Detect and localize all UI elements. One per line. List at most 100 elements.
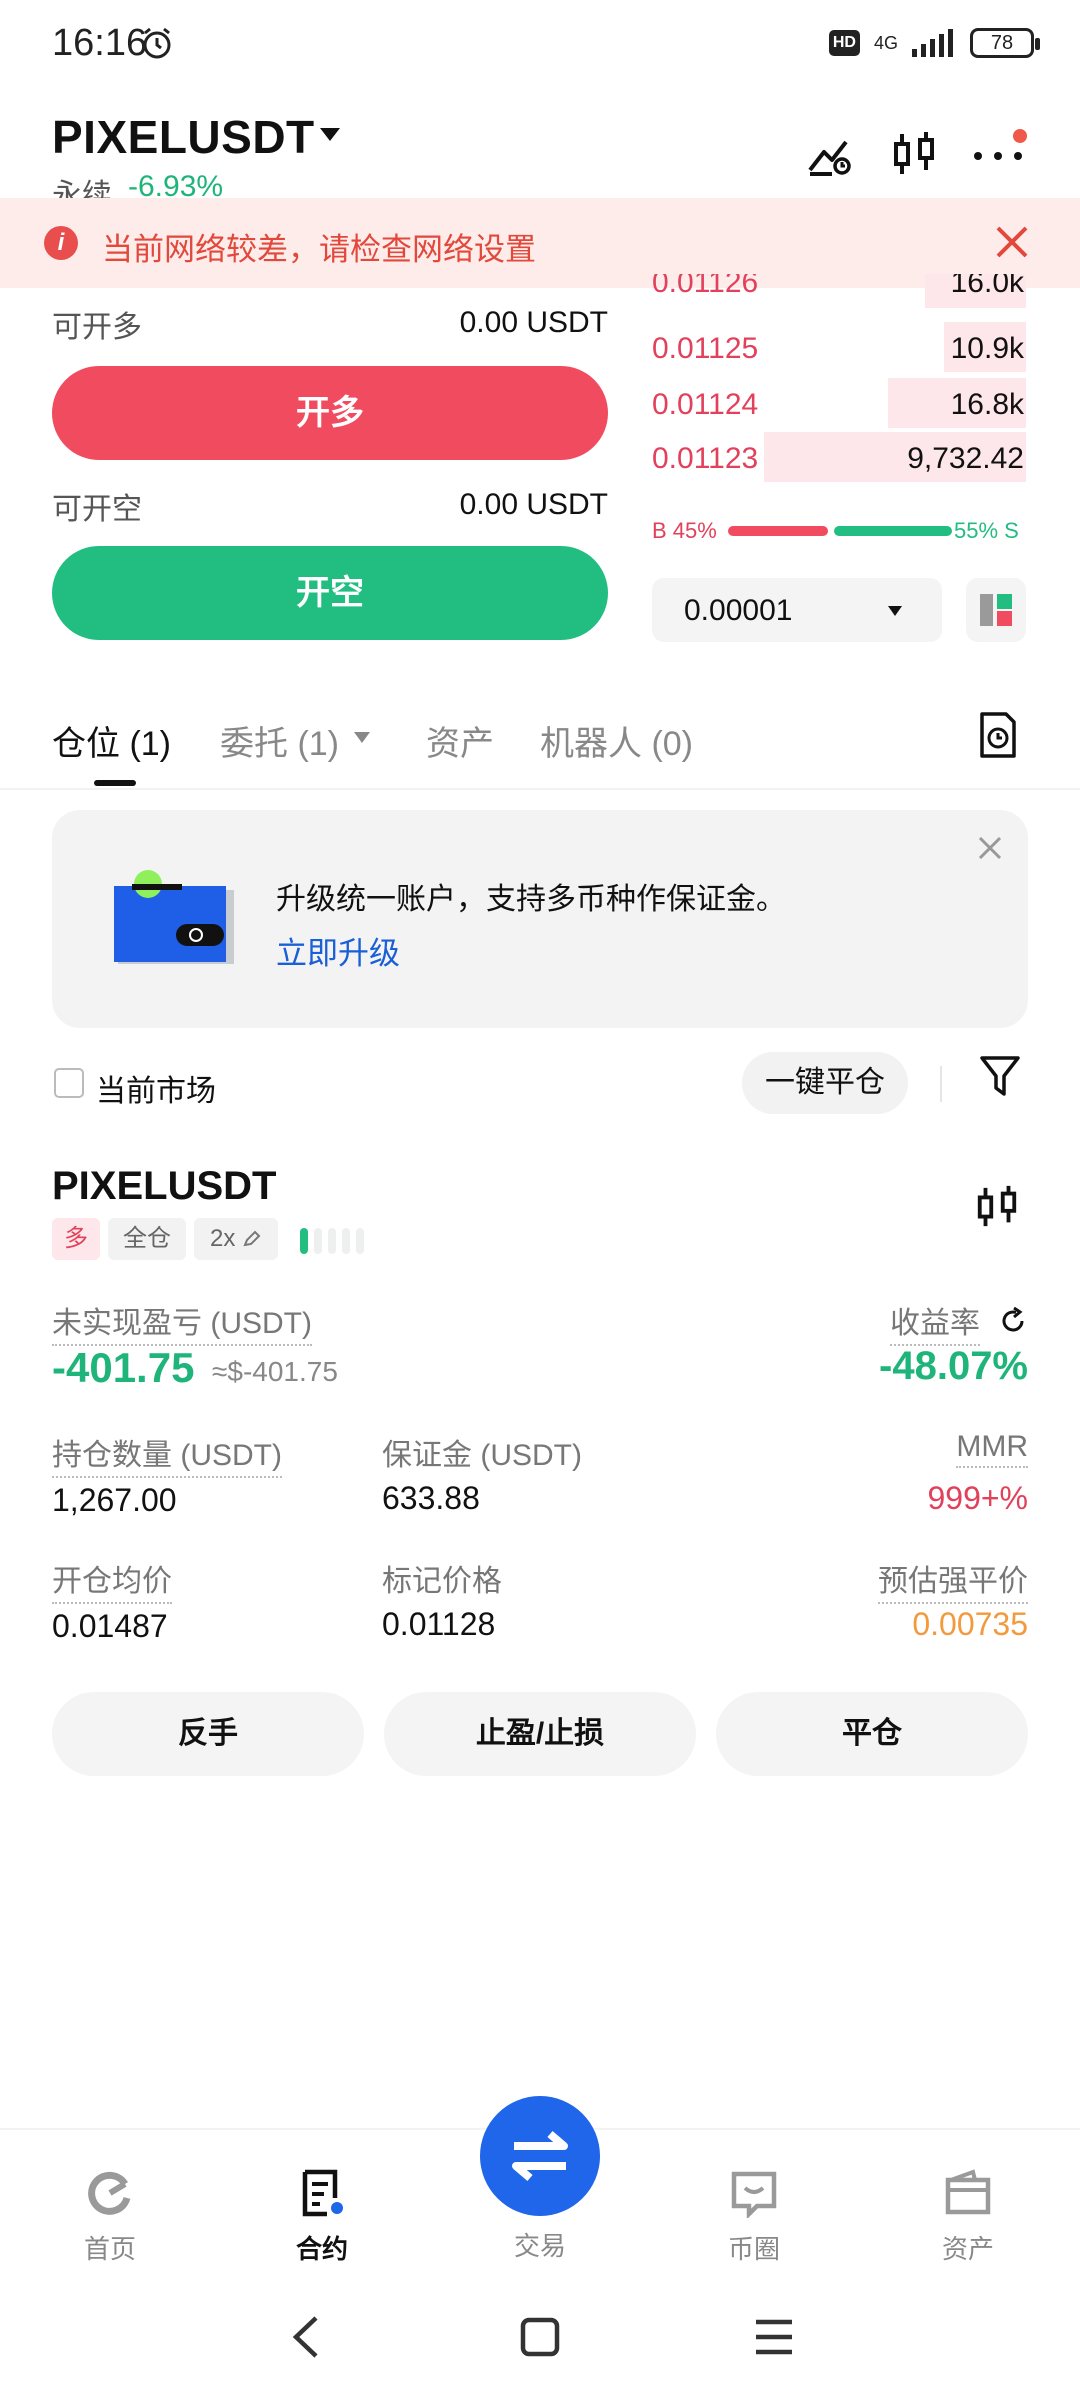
tab-orders[interactable]: 委托 (1)	[220, 716, 339, 765]
home-icon	[88, 2171, 131, 2215]
margin-label: 保证金 (USDT)	[382, 1439, 582, 1472]
nav-community[interactable]: 币圈	[694, 2168, 814, 2266]
orderbook-qty: 10.9k	[950, 332, 1024, 365]
chevron-down-icon	[888, 606, 902, 616]
mark-price-label: 标记价格	[382, 1565, 502, 1598]
nav-label: 资产	[941, 2234, 994, 2264]
nav-contracts[interactable]: 合约	[262, 2168, 382, 2266]
candlestick-icon[interactable]	[974, 1182, 1020, 1232]
unrealized-pnl-usd: ≈$-401.75	[212, 1356, 338, 1387]
nav-label: 币圈	[727, 2234, 780, 2264]
risk-level-bar	[328, 1228, 336, 1254]
alarm-icon	[143, 27, 171, 59]
entry-price-label: 开仓均价	[52, 1556, 172, 1604]
battery-indicator: 78	[970, 28, 1040, 58]
margin-value: 633.88	[382, 1480, 480, 1516]
current-market-label[interactable]: 当前市场	[96, 1066, 216, 1110]
long-available-value: 0.00 USDT	[459, 306, 608, 339]
pair-dropdown-icon[interactable]	[320, 128, 340, 141]
short-available-label: 可开空	[52, 493, 142, 526]
hd-badge: HD	[828, 30, 860, 56]
leverage-badge[interactable]: 2x	[194, 1218, 278, 1260]
orders-dropdown-icon[interactable]	[354, 732, 370, 743]
orderbook-row[interactable]: 0.01126 16.0k	[652, 274, 1026, 308]
risk-level-bar	[342, 1228, 350, 1254]
filter-icon[interactable]	[978, 1054, 1022, 1100]
close-icon[interactable]	[994, 224, 1030, 260]
nav-label: 合约	[295, 2234, 348, 2264]
unrealized-pnl-label: 未实现盈亏 (USDT)	[52, 1298, 312, 1346]
pair-title[interactable]: PIXELUSDT	[52, 110, 315, 164]
tp-sl-button[interactable]: 止盈/止损	[384, 1692, 696, 1776]
orderbook-row[interactable]: 0.01123 9,732.42	[652, 432, 1026, 482]
trade-fab-button[interactable]	[480, 2096, 600, 2216]
liq-price-value: 0.00735	[912, 1606, 1028, 1642]
nav-label: 首页	[83, 2234, 136, 2264]
status-right: HD 4G 78	[828, 28, 1040, 58]
orderbook-price: 0.01125	[652, 332, 759, 365]
chart-trend-icon[interactable]	[806, 130, 854, 178]
close-icon[interactable]	[976, 834, 1004, 862]
chat-icon	[731, 2171, 777, 2220]
close-all-button[interactable]: 一键平仓	[742, 1052, 908, 1114]
buy-ratio: B 45%	[652, 518, 717, 543]
roe-value: -48.07%	[879, 1344, 1028, 1388]
unrealized-pnl-value: -401.75	[52, 1344, 195, 1391]
orderbook-qty: 9,732.42	[907, 442, 1024, 475]
risk-level-bar	[300, 1228, 308, 1254]
orderbook-qty: 16.8k	[950, 388, 1024, 421]
nav-assets[interactable]: 资产	[908, 2168, 1028, 2266]
home-button-icon[interactable]	[518, 2312, 562, 2362]
close-position-button[interactable]: 平仓	[716, 1692, 1028, 1776]
tab-assets[interactable]: 资产	[426, 716, 494, 765]
risk-level-bar	[314, 1228, 322, 1254]
edit-icon	[243, 1230, 261, 1247]
history-doc-icon[interactable]	[976, 710, 1020, 760]
mmr-label: MMR	[956, 1430, 1028, 1468]
refresh-icon[interactable]	[998, 1306, 1028, 1336]
nav-label: 交易	[513, 2231, 566, 2261]
candlestick-icon[interactable]	[890, 130, 938, 178]
wallet-icon	[945, 2169, 991, 2215]
network-type: 4G	[873, 33, 898, 53]
side-badge: 多	[52, 1218, 100, 1260]
sell-ratio: 55% S	[954, 518, 1019, 543]
wallet-illustration-icon	[114, 870, 234, 964]
position-symbol[interactable]: PIXELUSDT	[52, 1164, 276, 1209]
orderbook-row[interactable]: 0.01124 16.8k	[652, 378, 1026, 428]
orderbook-row[interactable]: 0.01125 10.9k	[652, 322, 1026, 372]
more-icon[interactable]	[970, 126, 1030, 178]
liq-price-label: 预估强平价	[878, 1556, 1028, 1604]
network-alert-text: 当前网络较差，请检查网络设置	[102, 232, 536, 267]
upgrade-now-link[interactable]: 立即升级	[276, 928, 400, 973]
tick-size-value: 0.00001	[684, 594, 793, 627]
tab-bots[interactable]: 机器人 (0)	[540, 716, 693, 765]
reverse-button[interactable]: 反手	[52, 1692, 364, 1776]
orderbook-price: 0.01126	[652, 274, 759, 299]
tab-divider	[0, 788, 1080, 790]
menu-icon[interactable]	[752, 2312, 796, 2362]
orderbook-qty: 16.0k	[950, 274, 1024, 299]
current-market-checkbox[interactable]	[54, 1068, 84, 1098]
size-label: 持仓数量 (USDT)	[52, 1430, 282, 1478]
layout-icon	[980, 594, 1012, 626]
orderbook-price: 0.01124	[652, 388, 759, 421]
back-icon[interactable]	[286, 2312, 326, 2362]
signal-icon	[912, 29, 953, 57]
sell-ratio-bar	[834, 526, 952, 536]
contract-icon	[302, 2169, 343, 2217]
open-short-button[interactable]: 开空	[52, 546, 608, 640]
size-value: 1,267.00	[52, 1482, 177, 1518]
nav-home[interactable]: 首页	[50, 2168, 170, 2266]
buy-ratio-bar	[728, 526, 828, 536]
orderbook-price: 0.01123	[652, 442, 759, 475]
divider	[940, 1066, 942, 1102]
short-available-value: 0.00 USDT	[459, 488, 608, 521]
status-time: 16:16	[52, 22, 148, 64]
open-long-button[interactable]: 开多	[52, 366, 608, 460]
orderbook-layout-button[interactable]	[966, 578, 1026, 642]
entry-price-value: 0.01487	[52, 1608, 168, 1644]
long-available-label: 可开多	[52, 311, 142, 344]
mark-price-value: 0.01128	[382, 1606, 496, 1642]
tab-positions[interactable]: 仓位 (1)	[52, 716, 171, 765]
